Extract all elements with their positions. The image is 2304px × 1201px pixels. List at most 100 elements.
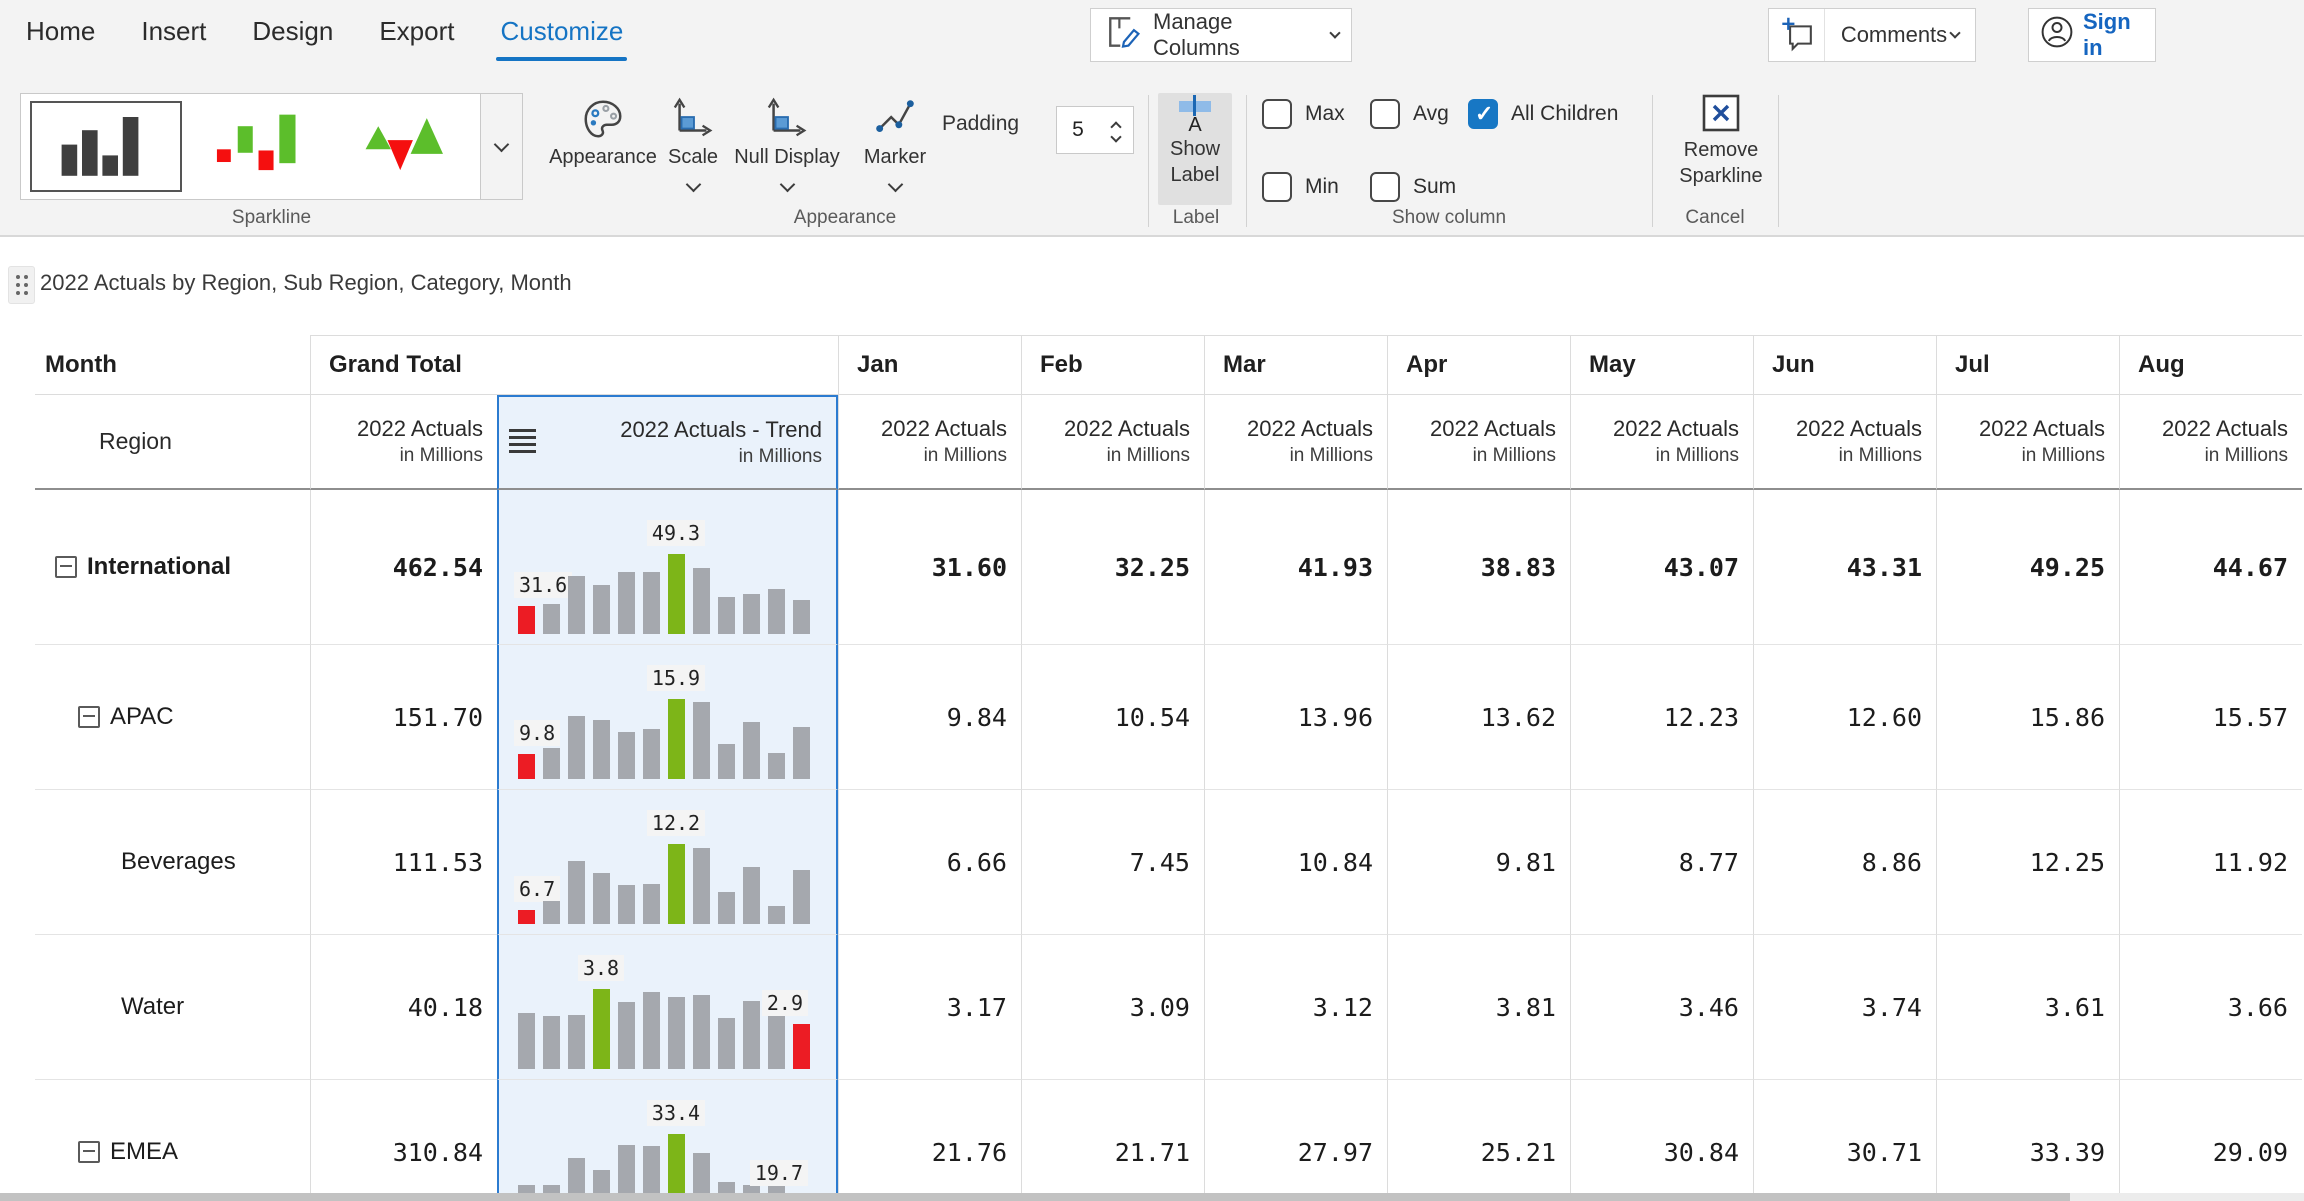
cell-value: 3.46: [1570, 935, 1753, 1080]
spark-bar: [693, 848, 710, 924]
manage-columns-label: Manage Columns: [1153, 9, 1321, 61]
spark-bar: [618, 732, 635, 779]
cell-value: 3.12: [1204, 935, 1387, 1080]
appearance-button[interactable]: Appearance: [552, 94, 654, 169]
sparkline-cell[interactable]: 3.82.9: [497, 935, 838, 1080]
cell-value: 30.84: [1570, 1080, 1753, 1201]
col-header-mar-actuals[interactable]: 2022 Actuals in Millions: [1204, 395, 1387, 490]
row-label-apac[interactable]: APAC: [35, 645, 310, 790]
row-label-beverages[interactable]: Beverages: [35, 790, 310, 935]
chevron-down-icon[interactable]: [779, 177, 795, 193]
cell-total: 111.53: [310, 790, 497, 935]
collapse-icon[interactable]: [55, 556, 77, 578]
col-header-may-actuals[interactable]: 2022 Actuals in Millions: [1570, 395, 1753, 490]
col-group-grand-total[interactable]: Grand Total: [310, 335, 838, 395]
cell-value: 32.25: [1021, 490, 1204, 645]
chevron-down-icon[interactable]: [887, 177, 903, 193]
scale-button[interactable]: Scale: [662, 94, 724, 190]
tab-insert[interactable]: Insert: [141, 16, 206, 57]
col-group-aug[interactable]: Aug: [2119, 335, 2302, 395]
col-group-jan[interactable]: Jan: [838, 335, 1021, 395]
stepper-down-icon[interactable]: [1110, 131, 1121, 142]
col-header-trend-selected[interactable]: 2022 Actuals - Trend in Millions: [497, 395, 838, 490]
comments-button[interactable]: Comments: [1768, 8, 1976, 62]
row-label-emea[interactable]: EMEA: [35, 1080, 310, 1201]
col-group-mar[interactable]: Mar: [1204, 335, 1387, 395]
horizontal-scrollbar[interactable]: [0, 1193, 2304, 1201]
cell-value: 41.93: [1204, 490, 1387, 645]
column-subtitle: in Millions: [1107, 445, 1190, 467]
show-label-button[interactable]: A Show Label: [1158, 93, 1232, 205]
column-menu-icon[interactable]: [509, 429, 536, 457]
col-group-feb[interactable]: Feb: [1021, 335, 1204, 395]
palette-icon: [580, 94, 626, 142]
sparkline-style-markers[interactable]: [342, 101, 470, 192]
sparkline-cell[interactable]: 9.815.9: [497, 645, 838, 790]
sparkline-cell[interactable]: 31.649.3: [497, 490, 838, 645]
manage-columns-button[interactable]: Manage Columns: [1090, 8, 1352, 62]
spark-bar: [643, 992, 660, 1069]
row-header-region[interactable]: Region: [35, 395, 310, 490]
column-title: 2022 Actuals: [1064, 416, 1190, 442]
checkbox-avg[interactable]: Avg: [1370, 99, 1449, 129]
scrollbar-thumb[interactable]: [0, 1193, 2070, 1201]
tab-design[interactable]: Design: [252, 16, 333, 57]
col-header-aug-actuals[interactable]: 2022 Actuals in Millions: [2119, 395, 2302, 490]
spark-bar: [568, 716, 585, 779]
tab-home[interactable]: Home: [26, 16, 95, 57]
menu-tabs: Home Insert Design Export Customize: [26, 16, 623, 57]
tab-export[interactable]: Export: [379, 16, 454, 57]
col-header-jun-actuals[interactable]: 2022 Actuals in Millions: [1753, 395, 1936, 490]
column-subtitle: in Millions: [2022, 445, 2105, 467]
spark-bar: [693, 568, 710, 634]
checkbox-icon[interactable]: [1262, 172, 1292, 202]
cell-value: 12.60: [1753, 645, 1936, 790]
collapse-icon[interactable]: [78, 706, 100, 728]
row-label-water[interactable]: Water: [35, 935, 310, 1080]
col-header-feb-actuals[interactable]: 2022 Actuals in Millions: [1021, 395, 1204, 490]
checkbox-checked-icon[interactable]: [1468, 99, 1498, 129]
spark-value-label: 12.2: [647, 810, 705, 836]
remove-sparkline-button[interactable]: Remove Sparkline: [1664, 93, 1778, 189]
sparkline-style-variance[interactable]: [198, 101, 326, 192]
padding-value[interactable]: 5: [1057, 118, 1099, 142]
sparkline-group-label: Sparkline: [20, 207, 523, 229]
sparkline-cell[interactable]: 33.419.7: [497, 1080, 838, 1201]
col-header-month[interactable]: Month: [35, 335, 310, 395]
col-group-apr[interactable]: Apr: [1387, 335, 1570, 395]
column-subtitle: in Millions: [924, 445, 1007, 467]
checkbox-min[interactable]: Min: [1262, 172, 1339, 202]
checkbox-icon[interactable]: [1370, 99, 1400, 129]
sparkline-cell[interactable]: 6.712.2: [497, 790, 838, 935]
column-title: 2022 Actuals: [1796, 416, 1922, 442]
spark-bar: [668, 554, 685, 634]
drag-handle[interactable]: [8, 266, 35, 304]
padding-label: Padding: [942, 112, 1019, 136]
collapse-icon[interactable]: [78, 1141, 100, 1163]
column-title: 2022 Actuals: [1247, 416, 1373, 442]
gallery-expand-button[interactable]: [480, 93, 523, 200]
checkbox-sum[interactable]: Sum: [1370, 172, 1456, 202]
column-title: 2022 Actuals: [1613, 416, 1739, 442]
null-display-button[interactable]: Null Display: [730, 94, 844, 190]
col-header-jan-actuals[interactable]: 2022 Actuals in Millions: [838, 395, 1021, 490]
col-header-apr-actuals[interactable]: 2022 Actuals in Millions: [1387, 395, 1570, 490]
col-header-grand-total-actuals[interactable]: 2022 Actuals in Millions: [310, 395, 497, 490]
col-header-jul-actuals[interactable]: 2022 Actuals in Millions: [1936, 395, 2119, 490]
col-group-jul[interactable]: Jul: [1936, 335, 2119, 395]
checkbox-icon[interactable]: [1370, 172, 1400, 202]
col-group-may[interactable]: May: [1570, 335, 1753, 395]
col-group-jun[interactable]: Jun: [1753, 335, 1936, 395]
cell-value: 3.81: [1387, 935, 1570, 1080]
variance-sparkline-preview-icon: [210, 111, 314, 183]
checkbox-max[interactable]: Max: [1262, 99, 1345, 129]
marker-button[interactable]: Marker: [852, 94, 938, 190]
tab-customize[interactable]: Customize: [500, 16, 623, 57]
chevron-down-icon[interactable]: [685, 177, 701, 193]
padding-stepper[interactable]: 5: [1056, 106, 1134, 154]
checkbox-icon[interactable]: [1262, 99, 1292, 129]
checkbox-all-children[interactable]: All Children: [1468, 99, 1618, 129]
row-label-international[interactable]: International: [35, 490, 310, 645]
sign-in-button[interactable]: Sign in: [2028, 8, 2156, 62]
sparkline-style-column[interactable]: [30, 101, 182, 192]
